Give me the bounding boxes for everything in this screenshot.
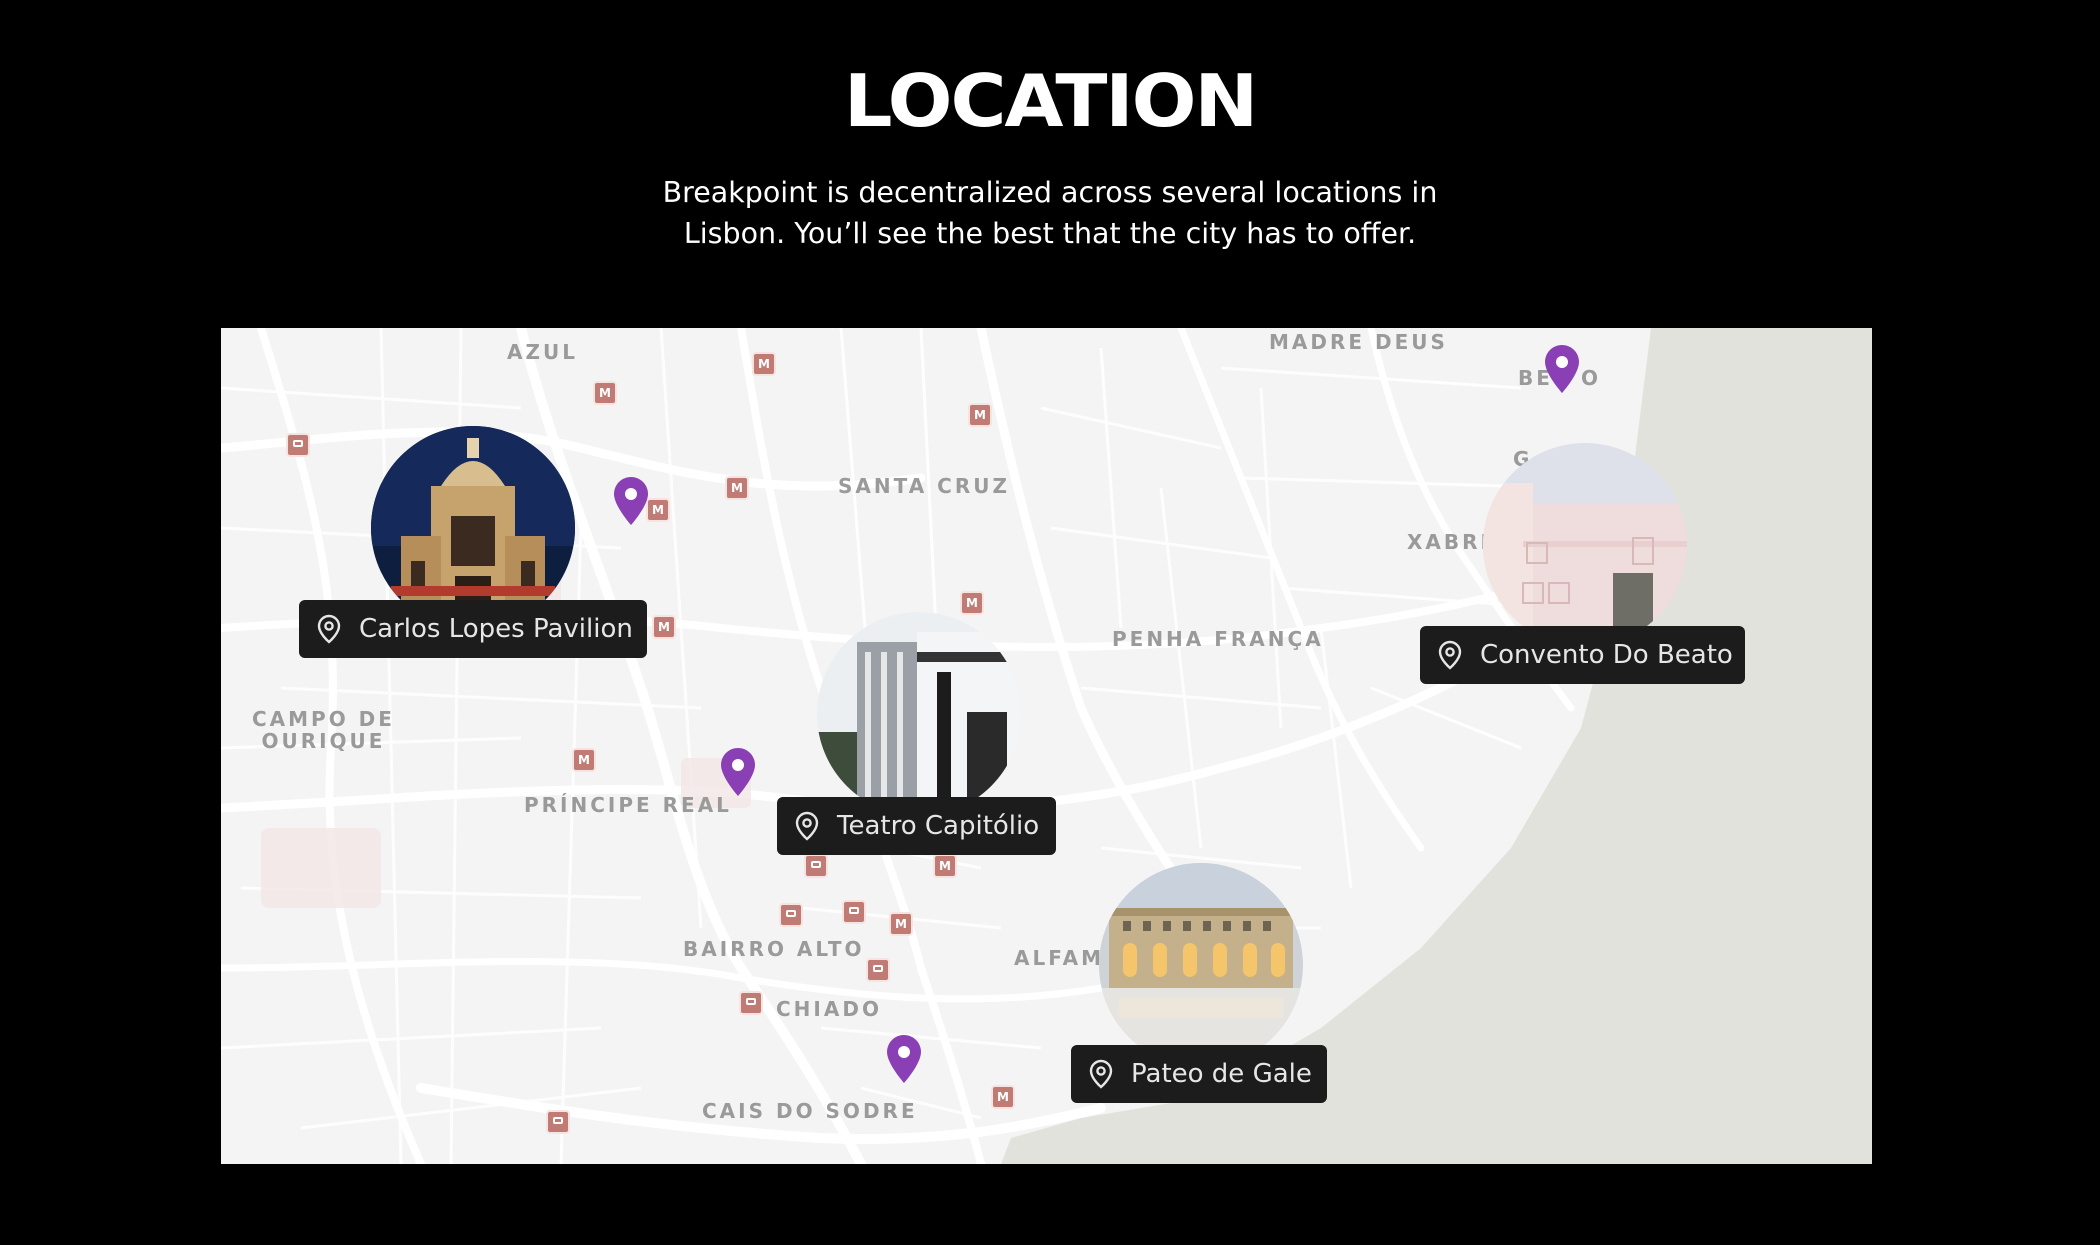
district-label: O [1581,366,1602,390]
tram-stop-icon [779,903,803,927]
venue-photo-convento-do-beato[interactable] [1483,443,1687,647]
location-pin-icon [1089,1059,1113,1089]
map-pin-icon[interactable] [721,748,755,796]
tram-stop-icon [842,900,866,924]
district-label: CHIADO [776,997,882,1021]
district-label: ALFAM [1014,946,1104,970]
page-title: LOCATION [843,59,1258,143]
location-pin-icon [317,614,341,644]
metro-station-icon: M [572,748,596,772]
venue-label-convento-do-beato[interactable]: Convento Do Beato [1420,626,1745,684]
metro-station-icon: M [889,912,913,936]
venue-name: Carlos Lopes Pavilion [359,614,633,644]
district-label: AZUL [507,340,578,364]
map-pin-icon[interactable] [1545,345,1579,393]
district-label: BAIRRO ALTO [683,937,865,961]
venue-name: Teatro Capitólio [837,811,1040,841]
venue-label-teatro-capitolio[interactable]: Teatro Capitólio [777,797,1056,855]
metro-station-icon: M [968,403,992,427]
map-pin-icon[interactable] [614,477,648,525]
district-label: PENHA FRANÇA [1112,627,1324,651]
map-pin-icon[interactable] [887,1035,921,1083]
district-label: CAMPO DE OURIQUE [252,707,395,753]
venue-label-carlos-lopes[interactable]: Carlos Lopes Pavilion [299,600,647,658]
venue-photo-pateo-de-gale[interactable] [1099,863,1303,1067]
metro-station-icon: M [960,591,984,615]
map[interactable]: AZUL MADRE DEUS SANTA CRUZ XABRE PENHA F… [221,328,1872,1164]
district-label: MADRE DEUS [1269,330,1448,354]
tram-stop-icon [286,433,310,457]
tram-stop-icon [739,991,763,1015]
metro-station-icon: M [933,854,957,878]
metro-station-icon: M [593,381,617,405]
district-label: SANTA CRUZ [838,474,1010,498]
district-label: CAIS DO SODRE [702,1099,918,1123]
tram-stop-icon [546,1110,570,1134]
venue-label-pateo-de-gale[interactable]: Pateo de Gale [1071,1045,1327,1103]
tram-stop-icon [866,958,890,982]
metro-station-icon: M [652,615,676,639]
district-label: PRÍNCIPE REAL [524,793,732,817]
metro-station-icon: M [646,498,670,522]
metro-station-icon: M [991,1085,1015,1109]
metro-station-icon: M [725,476,749,500]
tram-stop-icon [804,854,828,878]
venue-name: Convento Do Beato [1480,640,1733,670]
location-pin-icon [1438,640,1462,670]
metro-station-icon: M [752,352,776,376]
venue-photo-teatro-capitolio[interactable] [817,612,1021,816]
location-pin-icon [795,811,819,841]
page-subtitle: Breakpoint is decentralized across sever… [662,176,1438,250]
venue-name: Pateo de Gale [1131,1059,1312,1089]
